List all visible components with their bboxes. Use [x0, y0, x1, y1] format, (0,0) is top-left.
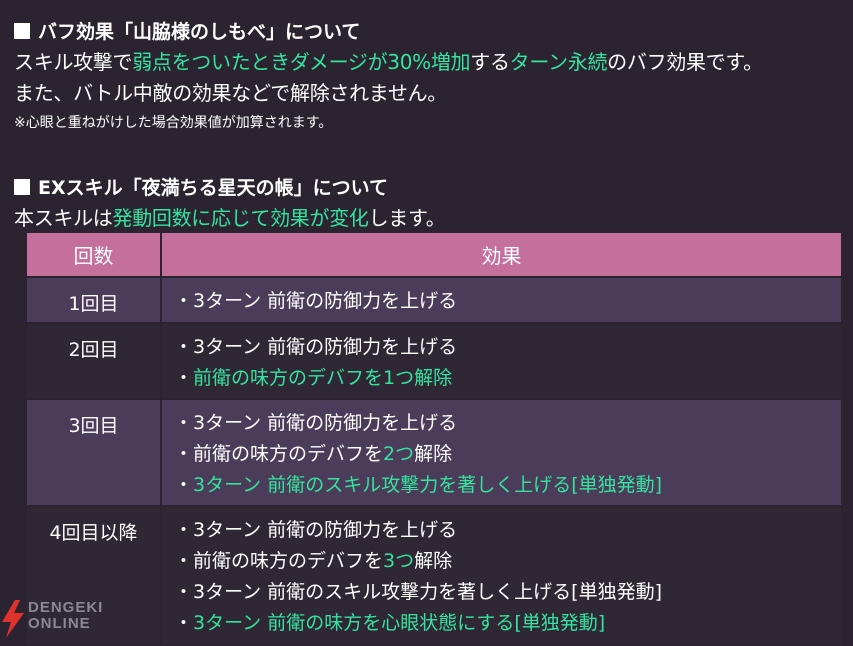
effect-line: ・3ターン 前衛のスキル攻撃力を著しく上げる[単独発動]: [174, 470, 841, 501]
text-segment: ・3ターン 前衛の防御力を上げる: [174, 336, 458, 358]
buff-section: バフ効果「山脇様のしもべ」について スキル攻撃で弱点をついたときダメージが30%…: [14, 17, 845, 137]
buff-unremovable-text: また、バトル中敵の効果などで解除されません。: [14, 81, 447, 105]
text-segment: する: [470, 50, 510, 74]
watermark-line1: DENGEKI: [28, 599, 104, 616]
text-segment: します。: [368, 206, 446, 230]
skill-effect-table: 回数 効果 1回目 ・3ターン 前衛の防御力を上げる 2回目 ・3ターン 前衛の防御力…: [25, 231, 843, 646]
text-segment: ・前衛の味方のデバフを: [174, 550, 384, 572]
lightning-bolt-icon: [2, 600, 24, 638]
ex-skill-heading: EXスキル「夜満ちる星天の帳」について: [14, 173, 845, 203]
buff-description: スキル攻撃で弱点をついたときダメージが30%増加するターン永続のバフ効果です。: [14, 47, 845, 78]
effect-line: ・3ターン 前衛の防御力を上げる: [174, 408, 841, 439]
effect-line: ・3ターン 前衛のスキル攻撃力を著しく上げる[単独発動]: [174, 577, 841, 608]
effect-cell: ・3ターン 前衛の防御力を上げる ・前衛の味方のデバフを2つ解除 ・3ターン 前衛の…: [160, 398, 843, 507]
highlighted-text: 3ターン 前衛の味方を心眼状態にする[単独発動]: [193, 612, 606, 634]
effect-cell: ・3ターン 前衛の防御力を上げる: [160, 276, 843, 324]
effect-line: ・3ターン 前衛の防御力を上げる: [174, 286, 841, 317]
highlighted-text: 3ターン 前衛のスキル攻撃力を著しく上げる[単独発動]: [193, 474, 663, 496]
highlighted-text: 3つ: [383, 550, 415, 572]
table-row: 3回目 ・3ターン 前衛の防御力を上げる ・前衛の味方のデバフを2つ解除 ・3ターン …: [25, 398, 843, 507]
text-segment: ・: [174, 367, 194, 389]
table-row: 1回目 ・3ターン 前衛の防御力を上げる: [25, 276, 843, 324]
text-segment: 解除: [414, 550, 453, 572]
table-row: 4回目以降 ・3ターン 前衛の防御力を上げる ・前衛の味方のデバフを3つ解除 ・3ター…: [25, 505, 843, 646]
buff-heading-text: バフ効果「山脇様のしもべ」について: [38, 21, 361, 43]
activation-count-cell: 3回目: [25, 398, 162, 507]
effect-line: ・前衛の味方のデバフを2つ解除: [174, 439, 841, 470]
effect-line: ・前衛の味方のデバフを1つ解除: [174, 363, 841, 394]
highlighted-text: 2つ: [383, 443, 415, 465]
text-segment: スキル攻撃で: [14, 50, 133, 74]
text-segment: 本スキルは: [14, 206, 113, 230]
highlighted-text: 弱点をついたときダメージが30%増加: [132, 50, 471, 74]
text-segment: ・前衛の味方のデバフを: [174, 443, 384, 465]
highlighted-text: 前衛の味方のデバフを1つ解除: [193, 367, 453, 389]
text-segment: ・3ターン 前衛の防御力を上げる: [174, 519, 458, 541]
activation-count-cell: 2回目: [25, 322, 162, 400]
text-segment: のバフ効果です。: [607, 50, 763, 74]
effect-line: ・3ターン 前衛の防御力を上げる: [174, 332, 841, 363]
column-header-effect: 効果: [160, 231, 843, 278]
table-row: 2回目 ・3ターン 前衛の防御力を上げる ・前衛の味方のデバフを1つ解除: [25, 322, 843, 400]
square-bullet-icon: [14, 179, 30, 195]
text-segment: 解除: [414, 443, 453, 465]
article-panel: バフ効果「山脇様のしもべ」について スキル攻撃で弱点をついたときダメージが30%…: [0, 0, 853, 646]
text-segment: ・3ターン 前衛の防御力を上げる: [174, 412, 458, 434]
highlighted-text: 発動回数に応じて効果が変化: [112, 206, 369, 230]
effect-line: ・3ターン 前衛の防御力を上げる: [174, 515, 841, 546]
highlighted-text: ターン永続: [509, 50, 608, 74]
effect-line: ・3ターン 前衛の味方を心眼状態にする[単独発動]: [174, 608, 841, 639]
column-header-count: 回数: [25, 231, 162, 278]
ex-skill-heading-text: EXスキル「夜満ちる星天の帳」について: [38, 177, 389, 199]
text-segment: ・: [174, 612, 194, 634]
effect-line: ・前衛の味方のデバフを3つ解除: [174, 546, 841, 577]
activation-count-cell: 1回目: [25, 276, 162, 324]
watermark-line2: ONLINE: [28, 615, 91, 632]
effect-cell: ・3ターン 前衛の防御力を上げる ・前衛の味方のデバフを3つ解除 ・3ターン 前衛の…: [160, 505, 843, 646]
table-header-row: 回数 効果: [25, 231, 843, 278]
text-segment: ・: [174, 474, 194, 496]
ex-skill-section: EXスキル「夜満ちる星天の帳」について 本スキルは発動回数に応じて効果が変化しま…: [14, 173, 845, 234]
text-segment: ・3ターン 前衛のスキル攻撃力を著しく上げる[単独発動]: [174, 581, 663, 603]
buff-heading: バフ効果「山脇様のしもべ」について: [14, 17, 845, 47]
text-segment: ・3ターン 前衛の防御力を上げる: [174, 290, 458, 312]
dengeki-online-watermark: DENGEKI ONLINE: [2, 600, 103, 638]
buff-note: ※心眼と重ねがけした場合効果値が加算されます。: [14, 115, 333, 131]
ex-skill-intro: 本スキルは発動回数に応じて効果が変化します。: [14, 203, 845, 234]
effect-cell: ・3ターン 前衛の防御力を上げる ・前衛の味方のデバフを1つ解除: [160, 322, 843, 400]
square-bullet-icon: [14, 23, 30, 39]
